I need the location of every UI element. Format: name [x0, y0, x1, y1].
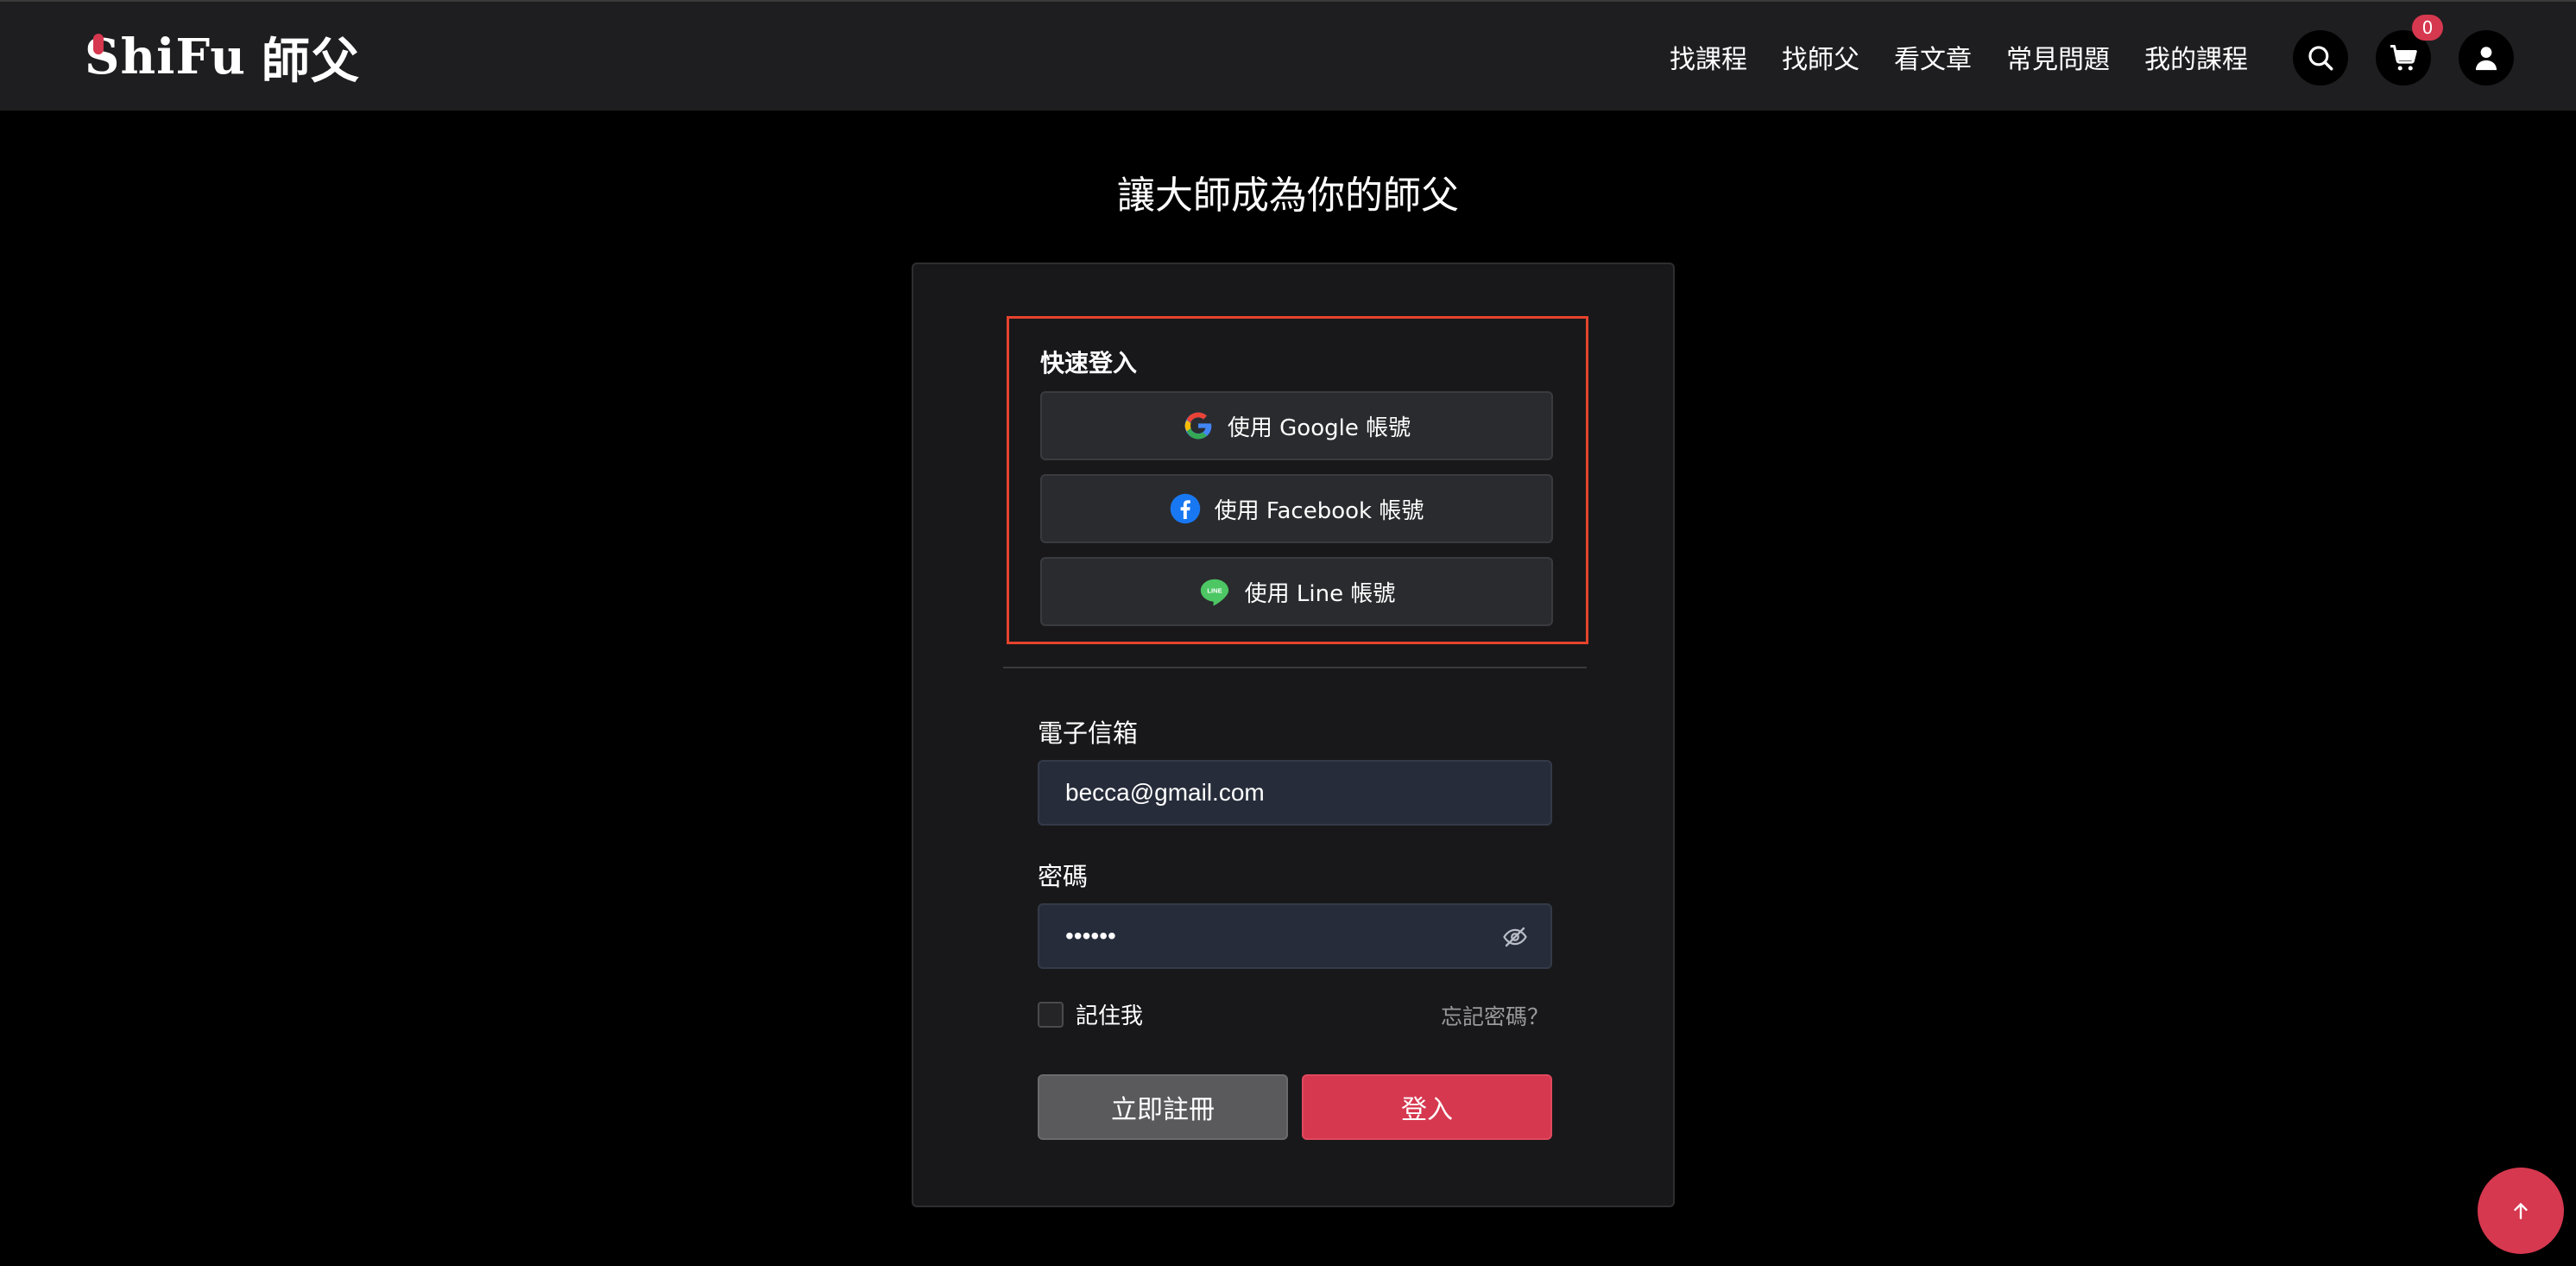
- nav-find-courses[interactable]: 找課程: [1670, 38, 1747, 76]
- quick-login-title: 快速登入: [1040, 349, 1138, 377]
- google-icon: [1184, 412, 1212, 440]
- line-icon-text: LINE: [1207, 586, 1222, 594]
- email-field[interactable]: becca@gmail.com: [1038, 760, 1552, 826]
- logo-text-en: ShiFu: [85, 28, 246, 85]
- login-button[interactable]: 登入: [1302, 1074, 1552, 1140]
- login-card: 快速登入 使用 Google 帳號 使用 Facebook 帳號 LINE 使用: [912, 263, 1675, 1207]
- account-button[interactable]: [2459, 30, 2514, 85]
- line-icon: LINE: [1200, 579, 1228, 606]
- nav-articles[interactable]: 看文章: [1894, 38, 1972, 76]
- checkbox-box[interactable]: [1038, 1001, 1064, 1028]
- google-login-button[interactable]: 使用 Google 帳號: [1040, 391, 1553, 460]
- search-icon: [2308, 46, 2333, 71]
- top-navbar: ShiFu 師父 找課程 找師父 看文章 常見問題 我的課程 0: [0, 0, 2576, 111]
- nav-faq[interactable]: 常見問題: [2006, 38, 2110, 76]
- nav-find-masters[interactable]: 找師父: [1782, 38, 1859, 76]
- password-value: ••••••: [1065, 922, 1116, 949]
- facebook-login-label: 使用 Facebook 帳號: [1214, 497, 1424, 524]
- email-label: 電子信箱: [1038, 718, 1139, 748]
- cart-button[interactable]: 0: [2376, 15, 2443, 85]
- remember-me-label: 記住我: [1076, 1003, 1144, 1029]
- google-login-label: 使用 Google 帳號: [1227, 415, 1411, 441]
- cart-icon: [2390, 45, 2417, 71]
- remember-me-checkbox[interactable]: 記住我: [1038, 998, 1143, 1030]
- password-field[interactable]: ••••••: [1038, 903, 1552, 969]
- quick-login-section: 快速登入 使用 Google 帳號 使用 Facebook 帳號 LINE 使用: [1007, 316, 1588, 644]
- main-nav: 找課程 找師父 看文章 常見問題 我的課程: [1670, 36, 2248, 78]
- facebook-login-button[interactable]: 使用 Facebook 帳號: [1040, 474, 1553, 543]
- nav-my-courses[interactable]: 我的課程: [2144, 38, 2248, 76]
- section-divider: [1003, 667, 1587, 668]
- email-value: becca@gmail.com: [1065, 779, 1265, 806]
- register-button[interactable]: 立即註冊: [1038, 1074, 1288, 1140]
- line-login-label: 使用 Line 帳號: [1244, 580, 1396, 607]
- arrow-up-icon: [2514, 1203, 2528, 1219]
- logo[interactable]: ShiFu 師父: [85, 26, 360, 90]
- line-login-button[interactable]: LINE 使用 Line 帳號: [1040, 557, 1553, 626]
- logo-text-zh: 師父: [261, 32, 360, 90]
- forgot-password-link[interactable]: 忘記密碼？: [1441, 1000, 1549, 1031]
- search-button[interactable]: [2293, 30, 2348, 85]
- user-icon: [2475, 47, 2497, 71]
- cart-count-badge: 0: [2412, 15, 2443, 41]
- password-label: 密碼: [1038, 862, 1089, 891]
- eye-slash-icon[interactable]: [1502, 924, 1528, 950]
- back-to-top-button[interactable]: [2478, 1168, 2564, 1254]
- facebook-icon: [1170, 493, 1200, 524]
- page-title: 讓大師成為你的師父: [1117, 174, 1459, 218]
